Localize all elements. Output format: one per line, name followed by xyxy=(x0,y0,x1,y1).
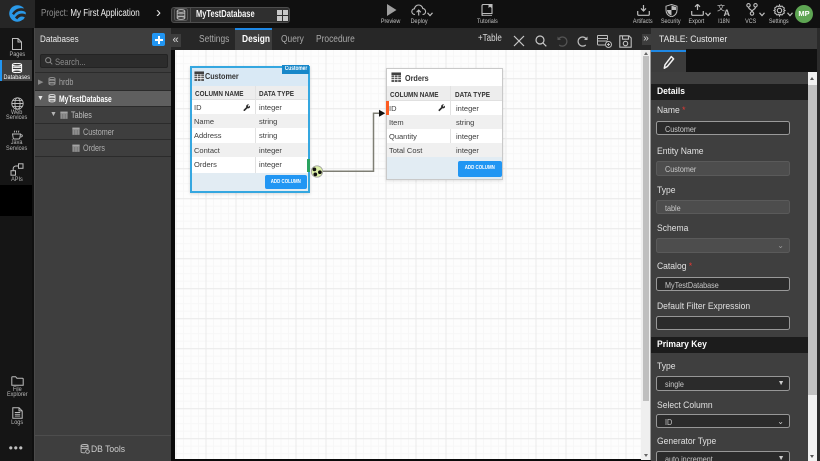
svg-text:A: A xyxy=(724,8,731,17)
